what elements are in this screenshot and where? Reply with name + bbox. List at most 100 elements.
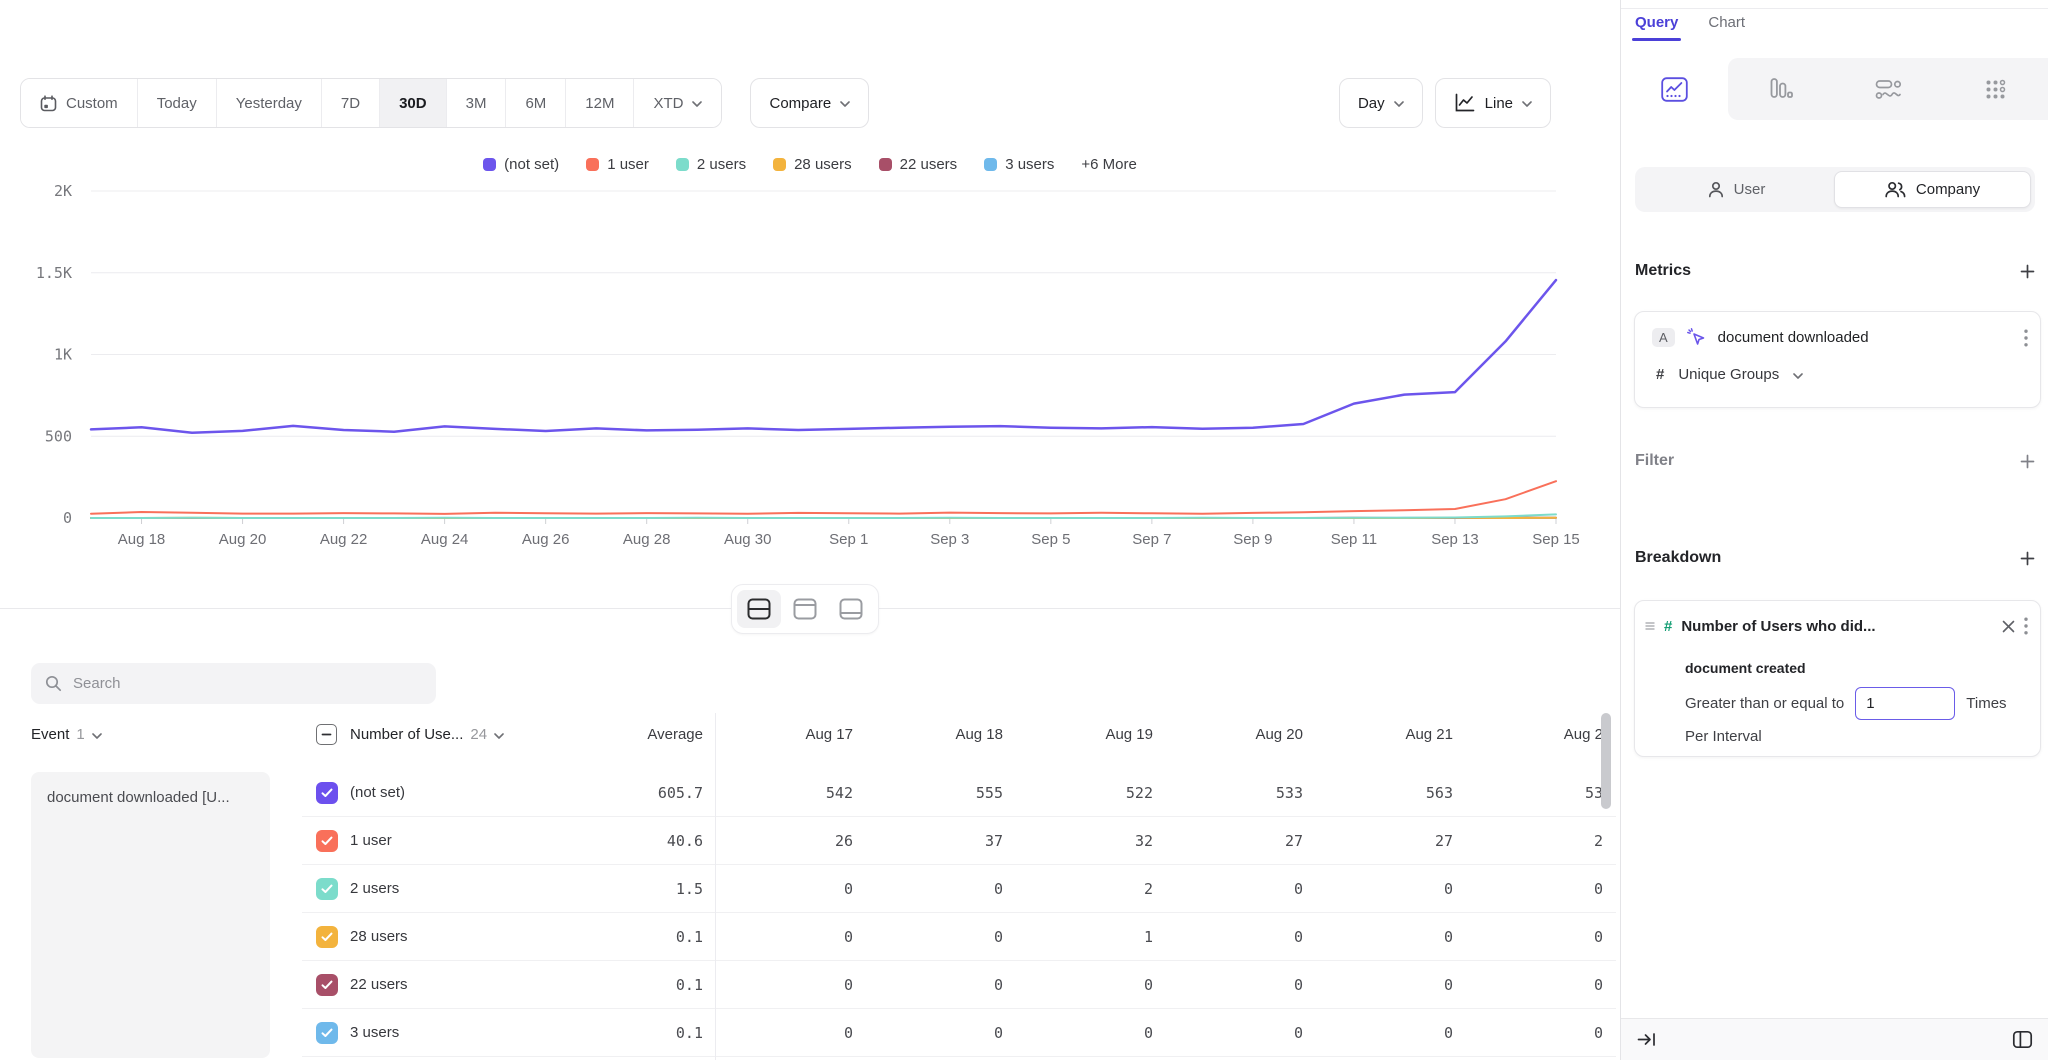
add-filter-button[interactable]	[2020, 454, 2035, 469]
tab-bar-chart[interactable]	[1728, 58, 1835, 120]
tab-flow[interactable]	[1835, 58, 1942, 120]
range-30d[interactable]: 30D	[380, 79, 447, 127]
row-checkbox[interactable]	[316, 830, 338, 852]
layout-top-band-button[interactable]	[783, 590, 827, 628]
drag-handle-icon[interactable]	[1645, 621, 1655, 631]
svg-text:Sep 13: Sep 13	[1431, 531, 1479, 548]
row-average: 0.1	[540, 976, 703, 994]
search-input[interactable]	[73, 675, 422, 692]
row-checkbox[interactable]	[316, 1022, 338, 1044]
tab-more-charts[interactable]	[1942, 58, 2048, 120]
range-yesterday[interactable]: Yesterday	[217, 79, 322, 127]
table-search[interactable]	[31, 663, 436, 704]
calendar-icon	[40, 95, 57, 112]
header-checkbox-cell	[302, 724, 350, 745]
collapse-panel-icon[interactable]	[1637, 1032, 1656, 1047]
row-value: 2	[1453, 832, 1603, 850]
row-label: 3 users	[350, 1024, 540, 1041]
row-value: 0	[853, 976, 1003, 994]
svg-text:Aug 22: Aug 22	[320, 531, 368, 548]
compare-button[interactable]: Compare	[750, 78, 869, 128]
row-value: 0	[853, 928, 1003, 946]
breakdown-card[interactable]: # Number of Users who did... document cr…	[1634, 600, 2041, 757]
layout-bottom-band-button[interactable]	[829, 590, 873, 628]
scope-company-label: Company	[1916, 181, 1980, 198]
svg-text:Sep 15: Sep 15	[1532, 531, 1580, 548]
measure-selector[interactable]: # Unique Groups	[1656, 366, 1803, 383]
compare-label: Compare	[769, 95, 831, 112]
layout-split-rows-button[interactable]	[737, 590, 781, 628]
chevron-down-icon	[840, 101, 850, 107]
interval-label: Day	[1358, 95, 1385, 112]
chart-type-button[interactable]: Line	[1435, 78, 1551, 128]
person-icon	[1708, 181, 1724, 198]
add-breakdown-button[interactable]	[2020, 551, 2035, 566]
range-12m[interactable]: 12M	[566, 79, 634, 127]
row-value: 0	[1003, 1024, 1153, 1042]
row-checkbox[interactable]	[316, 974, 338, 996]
table-scrollbar[interactable]	[1601, 713, 1611, 809]
row-value: 0	[1453, 928, 1603, 946]
close-icon[interactable]	[2002, 620, 2015, 633]
row-checkbox[interactable]	[316, 926, 338, 948]
condition-value-input[interactable]	[1855, 687, 1955, 720]
range-today[interactable]: Today	[138, 79, 217, 127]
flow-icon	[1875, 79, 1902, 100]
condition-label[interactable]: Greater than or equal to	[1685, 695, 1844, 712]
sidebar-toggle-icon[interactable]	[2012, 1029, 2033, 1050]
top-band-icon	[793, 598, 817, 620]
breakdown-title[interactable]: Number of Users who did...	[1681, 618, 1993, 635]
scope-company[interactable]: Company	[1834, 171, 2031, 208]
per-interval-label[interactable]: Per Interval	[1685, 728, 1762, 745]
series-column-header[interactable]: Number of Use... 24	[350, 726, 540, 743]
kebab-menu-icon[interactable]	[2024, 617, 2028, 635]
breakdown-event-name[interactable]: document created	[1685, 660, 1806, 676]
svg-text:2K: 2K	[54, 182, 72, 200]
line-chart-box-icon	[1661, 77, 1688, 102]
chevron-down-icon	[1793, 373, 1803, 379]
tab-query[interactable]: Query	[1635, 14, 1678, 41]
interval-button[interactable]: Day	[1339, 78, 1423, 128]
row-average: 0.1	[540, 1024, 703, 1042]
add-metric-button[interactable]	[2020, 264, 2035, 279]
row-value: 27	[1153, 832, 1303, 850]
scope-user[interactable]: User	[1639, 171, 1834, 208]
event-col-label: Event	[31, 726, 69, 743]
row-value: 37	[853, 832, 1003, 850]
row-checkbox[interactable]	[316, 782, 338, 804]
range-xtd[interactable]: XTD	[634, 79, 721, 127]
tab-chart[interactable]: Chart	[1708, 14, 1745, 41]
line-chart[interactable]: 05001K1.5K2KAug 18Aug 20Aug 22Aug 24Aug …	[0, 140, 1620, 560]
svg-text:Aug 24: Aug 24	[421, 531, 469, 548]
row-value: 0	[1153, 928, 1303, 946]
tab-line-chart[interactable]	[1621, 58, 1728, 120]
row-value: 533	[1153, 784, 1303, 802]
row-value: 53	[1453, 784, 1603, 802]
event-column-header[interactable]: Event 1	[31, 713, 102, 756]
row-checkbox[interactable]	[316, 878, 338, 900]
table-row: 28 users0.1001000	[302, 913, 1616, 961]
metric-event-name[interactable]: document downloaded	[1718, 329, 1869, 346]
chart-type-label: Line	[1485, 95, 1513, 112]
chart-toolbar: CustomTodayYesterday7D30D3M6M12MXTD Comp…	[20, 78, 1551, 128]
event-cursor-icon	[1686, 327, 1707, 348]
range-3m[interactable]: 3M	[447, 79, 507, 127]
select-all-checkbox[interactable]	[316, 724, 337, 745]
row-value: 542	[703, 784, 853, 802]
metric-card[interactable]: A document downloaded # Unique Groups	[1634, 311, 2041, 408]
metric-letter-badge: A	[1652, 328, 1675, 347]
range-7d[interactable]: 7D	[322, 79, 380, 127]
table-row: 22 users0.1000000	[302, 961, 1616, 1009]
metrics-heading: Metrics	[1635, 262, 1691, 280]
row-label: 2 users	[350, 880, 540, 897]
hash-icon: #	[1656, 366, 1664, 383]
row-label: 22 users	[350, 976, 540, 993]
range-6m[interactable]: 6M	[506, 79, 566, 127]
kebab-menu-icon[interactable]	[2024, 329, 2028, 347]
layout-toggle	[731, 584, 879, 634]
dot-grid-icon	[1984, 78, 2007, 101]
row-value: 0	[1153, 1024, 1303, 1042]
range-custom[interactable]: Custom	[21, 79, 138, 127]
event-name-cell[interactable]: document downloaded [U...	[31, 772, 270, 1058]
row-value: 0	[1453, 976, 1603, 994]
